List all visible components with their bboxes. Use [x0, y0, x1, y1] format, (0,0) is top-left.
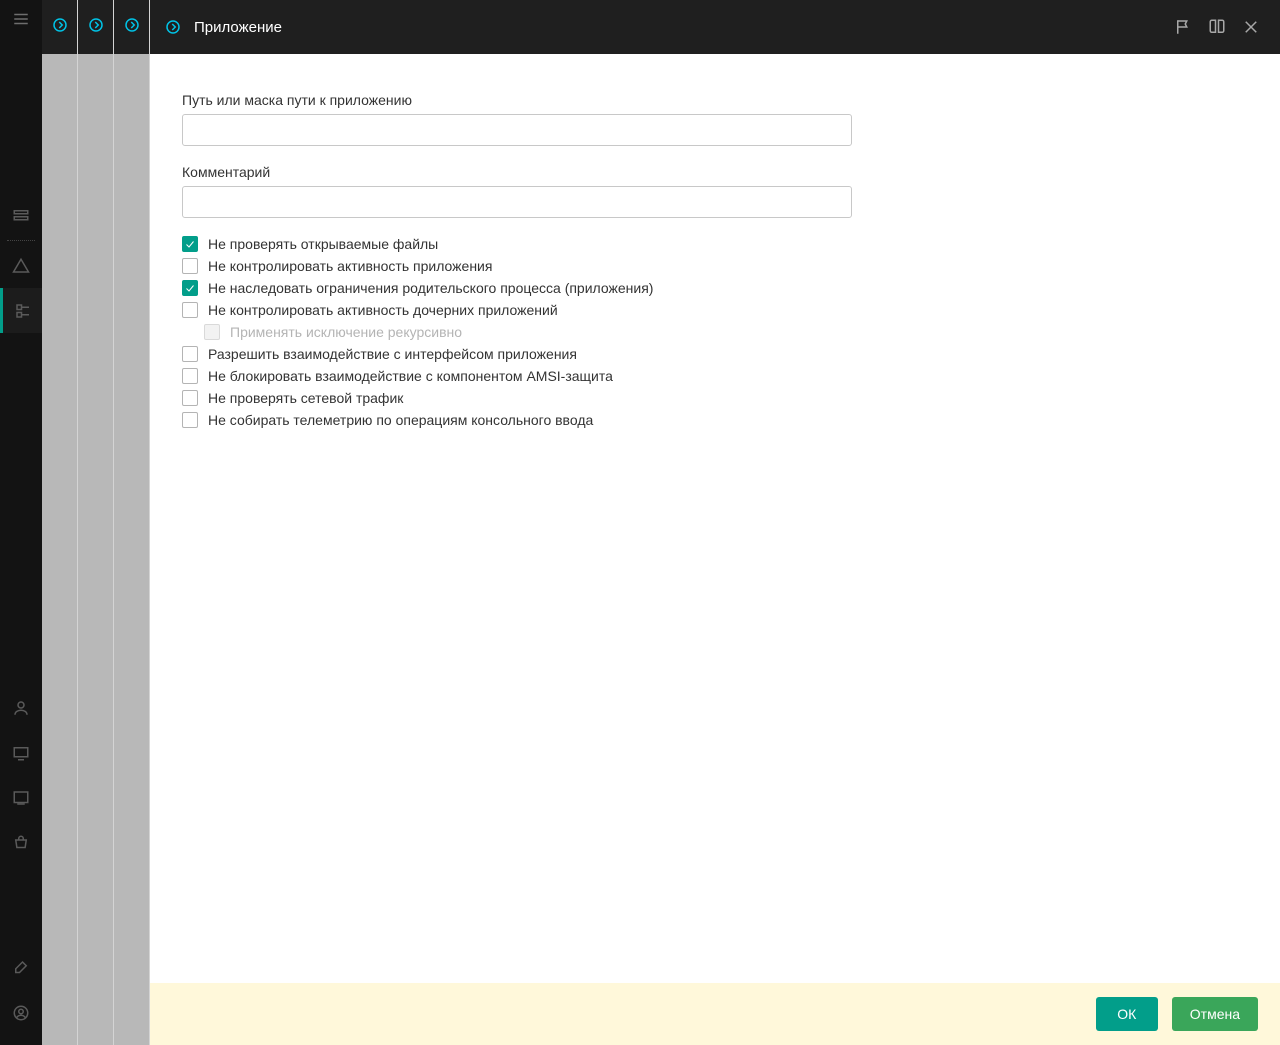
nav-divider: [7, 240, 35, 241]
ok-button[interactable]: ОК: [1096, 997, 1158, 1031]
menu-icon[interactable]: [12, 10, 30, 33]
checkbox: [204, 324, 220, 340]
nav-rail: [0, 0, 42, 1045]
panel-stack: [42, 0, 150, 1045]
checkbox[interactable]: [182, 258, 198, 274]
close-icon[interactable]: [1236, 12, 1266, 42]
comment-label: Комментарий: [182, 164, 852, 180]
flag-icon[interactable]: [1168, 12, 1198, 42]
modal-body: Путь или маска пути к приложению Коммент…: [150, 54, 1280, 983]
panel-slice-1[interactable]: [42, 0, 78, 1045]
nav-item-users[interactable]: [0, 685, 42, 730]
checkbox-row[interactable]: Не проверять открываемые файлы: [182, 236, 1248, 252]
checkbox[interactable]: [182, 412, 198, 428]
circle-chevron-right-icon: [87, 16, 105, 39]
comment-input[interactable]: [182, 186, 852, 218]
checkbox-label: Не проверять сетевой трафик: [208, 390, 403, 406]
checkbox[interactable]: [182, 280, 198, 296]
nav-item-settings[interactable]: [0, 945, 42, 990]
cancel-button[interactable]: Отмена: [1172, 997, 1258, 1031]
checkbox-label: Не блокировать взаимодействие с компонен…: [208, 368, 613, 384]
checkbox-row[interactable]: Не собирать телеметрию по операциям конс…: [182, 412, 1248, 428]
checkbox-label: Не контролировать активность приложения: [208, 258, 492, 274]
checkbox[interactable]: [182, 302, 198, 318]
checkbox[interactable]: [182, 236, 198, 252]
panel-slice-3[interactable]: [114, 0, 150, 1045]
checkbox-row[interactable]: Не наследовать ограничения родительского…: [182, 280, 1248, 296]
modal-header: Приложение: [150, 0, 1280, 54]
checkbox-row[interactable]: Не блокировать взаимодействие с компонен…: [182, 368, 1248, 384]
nav-item-dashboard[interactable]: [0, 193, 42, 238]
checkbox[interactable]: [182, 368, 198, 384]
circle-chevron-right-icon: [51, 16, 69, 39]
nav-item-reports[interactable]: [0, 775, 42, 820]
nav-item-devices[interactable]: [0, 730, 42, 775]
application-modal: Приложение Путь или маска пути к приложе…: [150, 0, 1280, 1045]
checkbox[interactable]: [182, 346, 198, 362]
panel-slice-2[interactable]: [78, 0, 114, 1045]
nav-item-alerts[interactable]: [0, 243, 42, 288]
modal-footer: ОК Отмена: [150, 983, 1280, 1045]
checkbox[interactable]: [182, 390, 198, 406]
checkbox-row: Применять исключение рекурсивно: [204, 324, 1248, 340]
circle-chevron-right-icon: [164, 18, 182, 36]
nav-item-account[interactable]: [0, 990, 42, 1035]
checkbox-label: Разрешить взаимодействие с интерфейсом п…: [208, 346, 577, 362]
checkbox-row[interactable]: Не контролировать активность приложения: [182, 258, 1248, 274]
checkbox-row[interactable]: Разрешить взаимодействие с интерфейсом п…: [182, 346, 1248, 362]
checkbox-list: Не проверять открываемые файлы Не контрол…: [182, 236, 1248, 428]
modal-title: Приложение: [194, 19, 282, 36]
checkbox-label: Не наследовать ограничения родительского…: [208, 280, 653, 296]
circle-chevron-right-icon: [123, 16, 141, 39]
checkbox-row[interactable]: Не контролировать активность дочерних пр…: [182, 302, 1248, 318]
checkbox-label: Применять исключение рекурсивно: [230, 324, 462, 340]
checkbox-label: Не собирать телеметрию по операциям конс…: [208, 412, 593, 428]
nav-item-policies[interactable]: [0, 288, 42, 333]
book-icon[interactable]: [1202, 12, 1232, 42]
checkbox-row[interactable]: Не проверять сетевой трафик: [182, 390, 1248, 406]
path-label: Путь или маска пути к приложению: [182, 92, 852, 108]
nav-item-store[interactable]: [0, 820, 42, 865]
path-input[interactable]: [182, 114, 852, 146]
checkbox-label: Не проверять открываемые файлы: [208, 236, 438, 252]
checkbox-label: Не контролировать активность дочерних пр…: [208, 302, 558, 318]
